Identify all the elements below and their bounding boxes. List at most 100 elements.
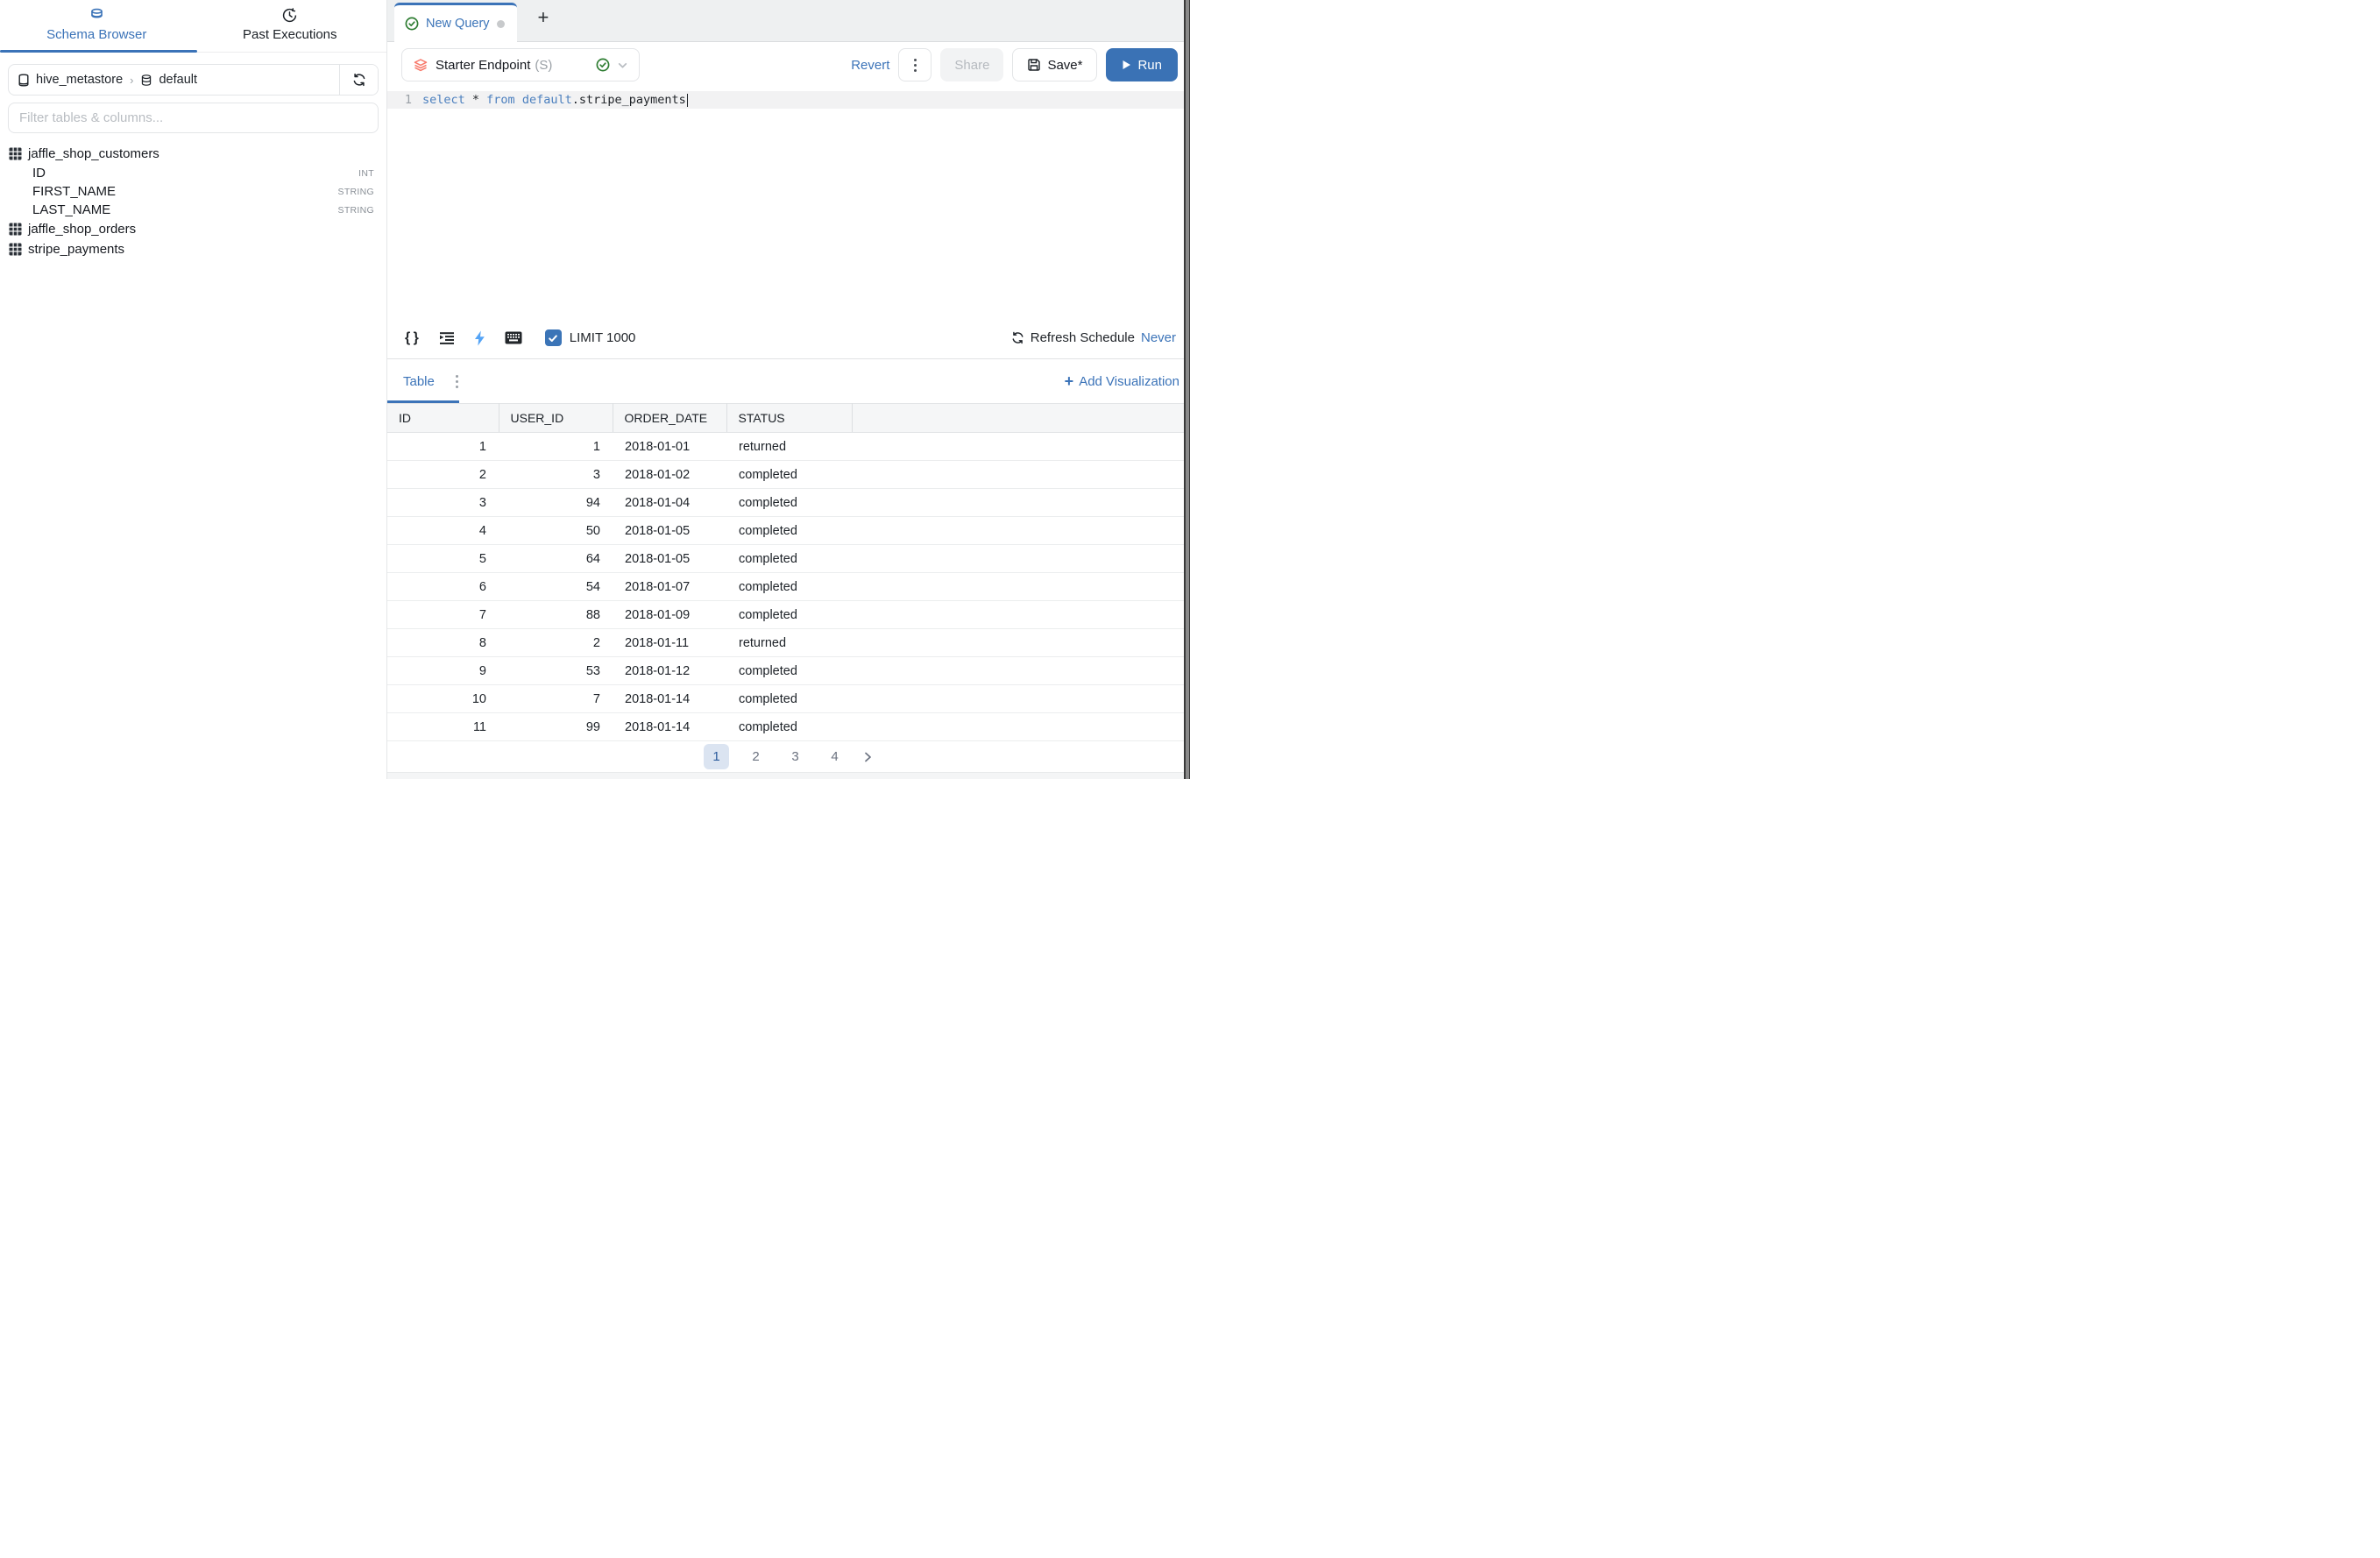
query-more-actions-button[interactable] bbox=[898, 48, 931, 81]
table-cell: 2018-01-05 bbox=[613, 517, 726, 545]
tab-schema-browser[interactable]: Schema Browser bbox=[0, 0, 194, 52]
run-button-label: Run bbox=[1137, 58, 1162, 73]
table-row[interactable]: 5642018-01-05completed bbox=[387, 545, 1190, 573]
tab-past-executions-label: Past Executions bbox=[243, 27, 337, 42]
tab-schema-browser-label: Schema Browser bbox=[46, 27, 146, 42]
query-toolbar: Starter Endpoint (S) Revert Share bbox=[387, 42, 1190, 88]
add-visualization-button[interactable]: + Add Visualization bbox=[1065, 373, 1179, 389]
table-cell: completed bbox=[726, 461, 852, 489]
table-row[interactable]: 4502018-01-05completed bbox=[387, 517, 1190, 545]
table-cell: 7 bbox=[387, 601, 499, 629]
schema-breadcrumb-box: hive_metastore › default bbox=[8, 64, 379, 96]
table-cell: 5 bbox=[387, 545, 499, 573]
table-cell-spacer bbox=[852, 601, 1190, 629]
table-cell: 2018-01-14 bbox=[613, 713, 726, 741]
table-row[interactable]: 112018-01-01returned bbox=[387, 433, 1190, 461]
breadcrumb-catalog[interactable]: hive_metastore bbox=[36, 73, 123, 87]
column-header-spacer bbox=[852, 404, 1190, 433]
limit-checkbox[interactable] bbox=[545, 329, 562, 346]
schema-filter-box bbox=[8, 103, 379, 133]
schema-table-item[interactable]: jaffle_shop_customers bbox=[9, 144, 386, 164]
table-cell: 2018-01-05 bbox=[613, 545, 726, 573]
save-button-label: Save* bbox=[1047, 58, 1082, 73]
table-row[interactable]: 1072018-01-14completed bbox=[387, 685, 1190, 713]
table-cell: 9 bbox=[387, 657, 499, 685]
limit-toggle[interactable]: LIMIT 1000 bbox=[545, 329, 636, 346]
table-row[interactable]: 3942018-01-04completed bbox=[387, 489, 1190, 517]
table-cell: completed bbox=[726, 573, 852, 601]
column-header[interactable]: STATUS bbox=[726, 404, 852, 433]
table-cell: returned bbox=[726, 629, 852, 657]
schema-column-item[interactable]: FIRST_NAMESTRING bbox=[9, 182, 386, 201]
table-row[interactable]: 6542018-01-07completed bbox=[387, 573, 1190, 601]
results-tab-table[interactable]: Table bbox=[403, 359, 436, 403]
sql-token: select bbox=[422, 93, 465, 107]
schema-column-item[interactable]: LAST_NAMESTRING bbox=[9, 201, 386, 219]
column-header[interactable]: ID bbox=[387, 404, 499, 433]
table-row[interactable]: 232018-01-02completed bbox=[387, 461, 1190, 489]
table-row[interactable]: 11992018-01-14completed bbox=[387, 713, 1190, 741]
table-cell: completed bbox=[726, 685, 852, 713]
table-cell: 54 bbox=[499, 573, 613, 601]
add-visualization-label: Add Visualization bbox=[1079, 374, 1179, 389]
column-header[interactable]: USER_ID bbox=[499, 404, 613, 433]
table-cell: 2018-01-12 bbox=[613, 657, 726, 685]
table-cell: 53 bbox=[499, 657, 613, 685]
refresh-schedule-value[interactable]: Never bbox=[1141, 330, 1176, 345]
filter-tables-input[interactable] bbox=[9, 110, 378, 125]
breadcrumb-schema[interactable]: default bbox=[159, 73, 197, 87]
schema-table-item[interactable]: stripe_payments bbox=[9, 239, 386, 259]
share-button[interactable]: Share bbox=[940, 48, 1003, 81]
table-cell-spacer bbox=[852, 545, 1190, 573]
save-button[interactable]: Save* bbox=[1012, 48, 1097, 81]
breadcrumb[interactable]: hive_metastore › default bbox=[9, 73, 339, 87]
table-name: stripe_payments bbox=[28, 242, 124, 257]
next-page-button[interactable] bbox=[861, 751, 874, 763]
query-tab-new-query[interactable]: New Query bbox=[394, 3, 517, 42]
lightning-icon[interactable] bbox=[474, 330, 485, 346]
column-header[interactable]: ORDER_DATE bbox=[613, 404, 726, 433]
page-button[interactable]: 3 bbox=[783, 744, 808, 769]
table-cell: 4 bbox=[387, 517, 499, 545]
plus-icon: + bbox=[1065, 373, 1074, 389]
table-cell: 50 bbox=[499, 517, 613, 545]
table-row[interactable]: 822018-01-11returned bbox=[387, 629, 1190, 657]
catalog-icon bbox=[18, 74, 30, 87]
sql-token: * bbox=[465, 93, 486, 107]
table-row[interactable]: 7882018-01-09completed bbox=[387, 601, 1190, 629]
table-cell-spacer bbox=[852, 461, 1190, 489]
pagination: 1234 bbox=[387, 744, 1190, 769]
save-floppy-icon bbox=[1027, 58, 1041, 72]
page-button[interactable]: 4 bbox=[822, 744, 847, 769]
table-cell: 1 bbox=[499, 433, 613, 461]
table-cell: 64 bbox=[499, 545, 613, 573]
table-cell: 88 bbox=[499, 601, 613, 629]
table-row[interactable]: 9532018-01-12completed bbox=[387, 657, 1190, 685]
query-tab-label: New Query bbox=[426, 17, 490, 31]
run-button[interactable]: Run bbox=[1106, 48, 1178, 81]
table-cell: completed bbox=[726, 545, 852, 573]
indent-icon[interactable] bbox=[439, 331, 455, 345]
new-tab-button[interactable]: + bbox=[517, 8, 549, 34]
refresh-schedule-group: Refresh Schedule Never bbox=[1011, 330, 1176, 345]
refresh-schedule-label: Refresh Schedule bbox=[1031, 330, 1135, 345]
endpoint-selector[interactable]: Starter Endpoint (S) bbox=[401, 48, 640, 81]
schema-sidebar: Schema Browser Past Executions bbox=[0, 0, 387, 779]
tab-past-executions[interactable]: Past Executions bbox=[194, 0, 387, 52]
refresh-schema-button[interactable] bbox=[339, 65, 378, 95]
page-button[interactable]: 1 bbox=[704, 744, 729, 769]
revert-button[interactable]: Revert bbox=[851, 58, 889, 73]
format-braces-icon[interactable]: { } bbox=[405, 330, 420, 346]
endpoint-status-check-icon bbox=[596, 58, 610, 72]
page-button[interactable]: 2 bbox=[743, 744, 769, 769]
vertical-scrollbar[interactable] bbox=[1184, 0, 1190, 779]
results-tab-menu-icon[interactable] bbox=[456, 375, 458, 388]
endpoint-name: Starter Endpoint bbox=[436, 58, 530, 73]
keyboard-shortcuts-icon[interactable] bbox=[505, 331, 522, 344]
schema-column-item[interactable]: IDINT bbox=[9, 164, 386, 182]
table-cell: 2018-01-04 bbox=[613, 489, 726, 517]
schema-table-item[interactable]: jaffle_shop_orders bbox=[9, 219, 386, 239]
endpoint-stack-icon bbox=[413, 57, 429, 73]
sql-editor[interactable]: 1 select * from default.stripe_payments bbox=[387, 88, 1190, 317]
line-number: 1 bbox=[387, 93, 422, 107]
